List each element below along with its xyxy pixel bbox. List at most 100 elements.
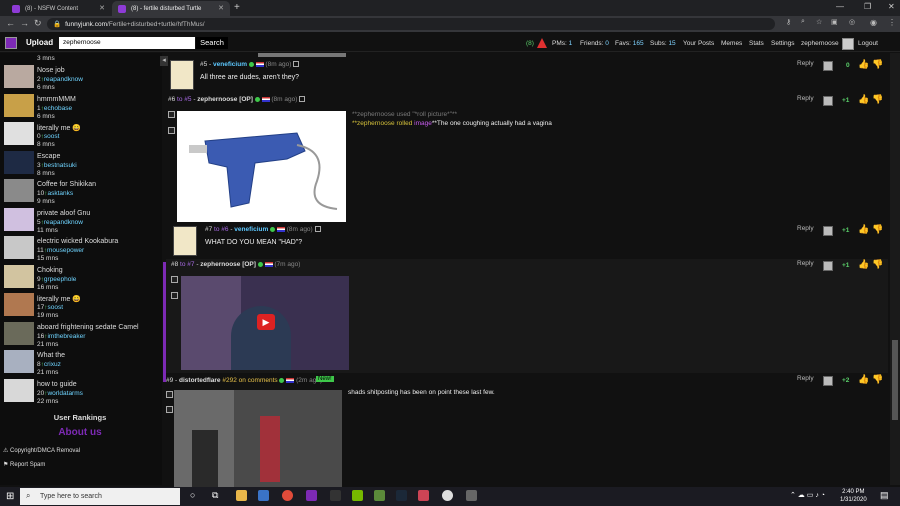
sidebar-item[interactable]: literally me 😄 17↑soost 19 mns [0, 292, 162, 320]
comment-number[interactable]: #9 [166, 377, 173, 384]
comment-username[interactable]: zephernoose [OP] [197, 96, 253, 103]
reload-icon[interactable]: ↻ [34, 18, 42, 29]
address-bar[interactable]: 🔒 funnyjunk.com /Fertile+disturbed+turtl… [47, 18, 775, 30]
comment-username[interactable]: distortedflare [179, 377, 221, 384]
scrollbar-thumb[interactable] [892, 340, 898, 420]
sidebar-item[interactable]: Escape 3↑bestnatsuki 8 mns [0, 150, 162, 178]
minimize-icon[interactable]: — [836, 2, 844, 11]
tray-icons[interactable]: ⌃ ☁ ▭ ♪ ◔ [790, 491, 825, 499]
image-icon[interactable] [171, 276, 178, 283]
stats-link[interactable]: Stats [749, 40, 764, 47]
sidebar-item[interactable]: Choking 9↑grpeephole 16 mns [0, 264, 162, 292]
sidebar-item-user[interactable]: soost [47, 304, 63, 311]
sidebar-item-user[interactable]: soost [44, 133, 60, 140]
logout-link[interactable]: Logout [858, 40, 878, 47]
task-view-icon[interactable]: ⧉ [212, 490, 218, 501]
comment-number[interactable]: #5 [200, 61, 207, 68]
comment-video[interactable]: ▶ [181, 276, 349, 370]
reply-button[interactable]: Reply [797, 95, 814, 102]
sidebar-item[interactable]: Coffee for Shikikan 10↑asktanks 9 mns [0, 178, 162, 206]
menu-icon[interactable]: ⋮ [888, 18, 896, 27]
close-window-icon[interactable]: ✕ [888, 2, 895, 11]
sidebar-item[interactable]: literally me 😄 0↑soost 8 mns [0, 121, 162, 149]
comment-image-glue-gun[interactable] [177, 111, 346, 222]
site-logo[interactable] [5, 37, 17, 49]
sidebar-thumbnail[interactable] [4, 93, 34, 117]
sidebar-thumbnail[interactable] [4, 350, 34, 373]
comment-number[interactable]: #8 [171, 261, 178, 268]
sidebar-thumbnail[interactable] [4, 150, 34, 174]
sidebar-thumbnail[interactable] [4, 293, 34, 316]
maximize-icon[interactable]: ❐ [864, 2, 871, 11]
store-icon[interactable] [258, 490, 269, 501]
new-tab-icon[interactable]: + [234, 2, 240, 13]
sidebar-item-user[interactable]: bestnatsuki [44, 162, 77, 169]
comment-options-icon[interactable] [823, 96, 833, 106]
sidebar-item-user[interactable]: imthebreaker [47, 333, 85, 340]
search-input[interactable]: zephernoose [59, 37, 195, 49]
sidebar-thumbnail[interactable] [4, 378, 34, 402]
scrollbar[interactable] [890, 53, 900, 485]
close-tab-icon[interactable]: ✕ [218, 4, 224, 12]
browser-window-icon[interactable] [306, 490, 317, 501]
reply-button[interactable]: Reply [797, 225, 814, 232]
avatar[interactable] [842, 38, 854, 50]
close-tab-icon[interactable]: ✕ [99, 4, 105, 12]
collapse-sidebar-icon[interactable]: ◂ [160, 56, 168, 66]
forward-icon[interactable]: → [20, 18, 29, 28]
sidebar-item-user[interactable]: reapandknow [44, 76, 83, 83]
notification-count[interactable]: (8) [526, 40, 534, 47]
comment-options-icon[interactable] [823, 226, 833, 236]
pms-link[interactable]: PMs: 1 [552, 40, 572, 47]
image-icon[interactable] [166, 391, 173, 398]
sidebar-thumbnail[interactable] [4, 264, 34, 288]
comment-options-icon[interactable] [823, 376, 833, 386]
sidebar-item-title[interactable]: aboard frightening sedate Camel [37, 324, 139, 331]
notifications-icon[interactable]: ▤ [880, 490, 889, 501]
sidebar-item-user[interactable]: asktanks [47, 190, 73, 197]
avatar[interactable] [173, 226, 197, 256]
sidebar-item-title[interactable]: hmmmMMM [37, 96, 76, 103]
sidebar-thumbnail[interactable] [4, 321, 34, 345]
reply-button[interactable]: Reply [797, 60, 814, 67]
sidebar-item-title[interactable]: private aloof Gnu [37, 210, 90, 217]
sidebar-item-user[interactable]: worldatarms [47, 390, 82, 397]
browser-tab-active[interactable]: (8) - fertile disturbed Turtle ✕ [112, 1, 230, 16]
sidebar-item-user[interactable]: reapandknow [44, 219, 83, 226]
browser-tab-nsfw[interactable]: (8) - NSFW Content ✕ [6, 1, 111, 16]
thumbs-up-icon[interactable]: 👍 [858, 259, 869, 270]
sidebar-item-title[interactable]: What the [37, 352, 65, 359]
file-explorer-icon[interactable] [236, 490, 247, 501]
profile-icon[interactable]: ◉ [870, 18, 877, 27]
download-icon[interactable] [168, 127, 175, 134]
sidebar-item[interactable]: hmmmMMM 1↑echobase 6 mns [0, 93, 162, 121]
chrome-icon[interactable] [282, 490, 293, 501]
reply-button[interactable]: Reply [797, 260, 814, 267]
cortana-icon[interactable]: ○ [190, 490, 195, 500]
taskbar-search-input[interactable]: ⌕ Type here to search [20, 488, 180, 505]
extension-icon[interactable]: ◎ [849, 18, 855, 26]
thumbs-down-icon[interactable]: 👎 [872, 224, 883, 235]
copyright-link[interactable]: ⚠ Copyright/DMCA Removal [3, 447, 80, 454]
sidebar-item-user[interactable]: grpeephole [44, 276, 77, 283]
thumbs-up-icon[interactable]: 👍 [858, 59, 869, 70]
comment-username[interactable]: zephernoose [OP] [200, 261, 256, 268]
thumbs-up-icon[interactable]: 👍 [858, 94, 869, 105]
image-icon[interactable] [168, 111, 175, 118]
sidebar-item[interactable]: private aloof Gnu 5↑reapandknow 11 mns [0, 207, 162, 235]
taskbar-clock[interactable]: 2:40 PM 1/31/2020 [840, 488, 867, 504]
sidebar-thumbnail[interactable] [4, 236, 34, 259]
friends-link[interactable]: Friends: 0 [580, 40, 609, 47]
sidebar-thumbnail[interactable] [4, 65, 34, 88]
app-icon[interactable] [442, 490, 453, 501]
comment-number[interactable]: #7 [205, 226, 212, 233]
sidebar-thumbnail[interactable] [4, 207, 34, 231]
thumbs-up-icon[interactable]: 👍 [858, 374, 869, 385]
search-button[interactable]: Search [196, 37, 228, 49]
download-icon[interactable] [166, 406, 173, 413]
thumbs-down-icon[interactable]: 👎 [872, 374, 883, 385]
sidebar-item-title[interactable]: how to guide [37, 381, 77, 388]
sidebar-item-user[interactable]: mousepower [47, 247, 84, 254]
avatar[interactable] [170, 60, 194, 90]
sidebar-item-title[interactable]: Nose job [37, 67, 65, 74]
